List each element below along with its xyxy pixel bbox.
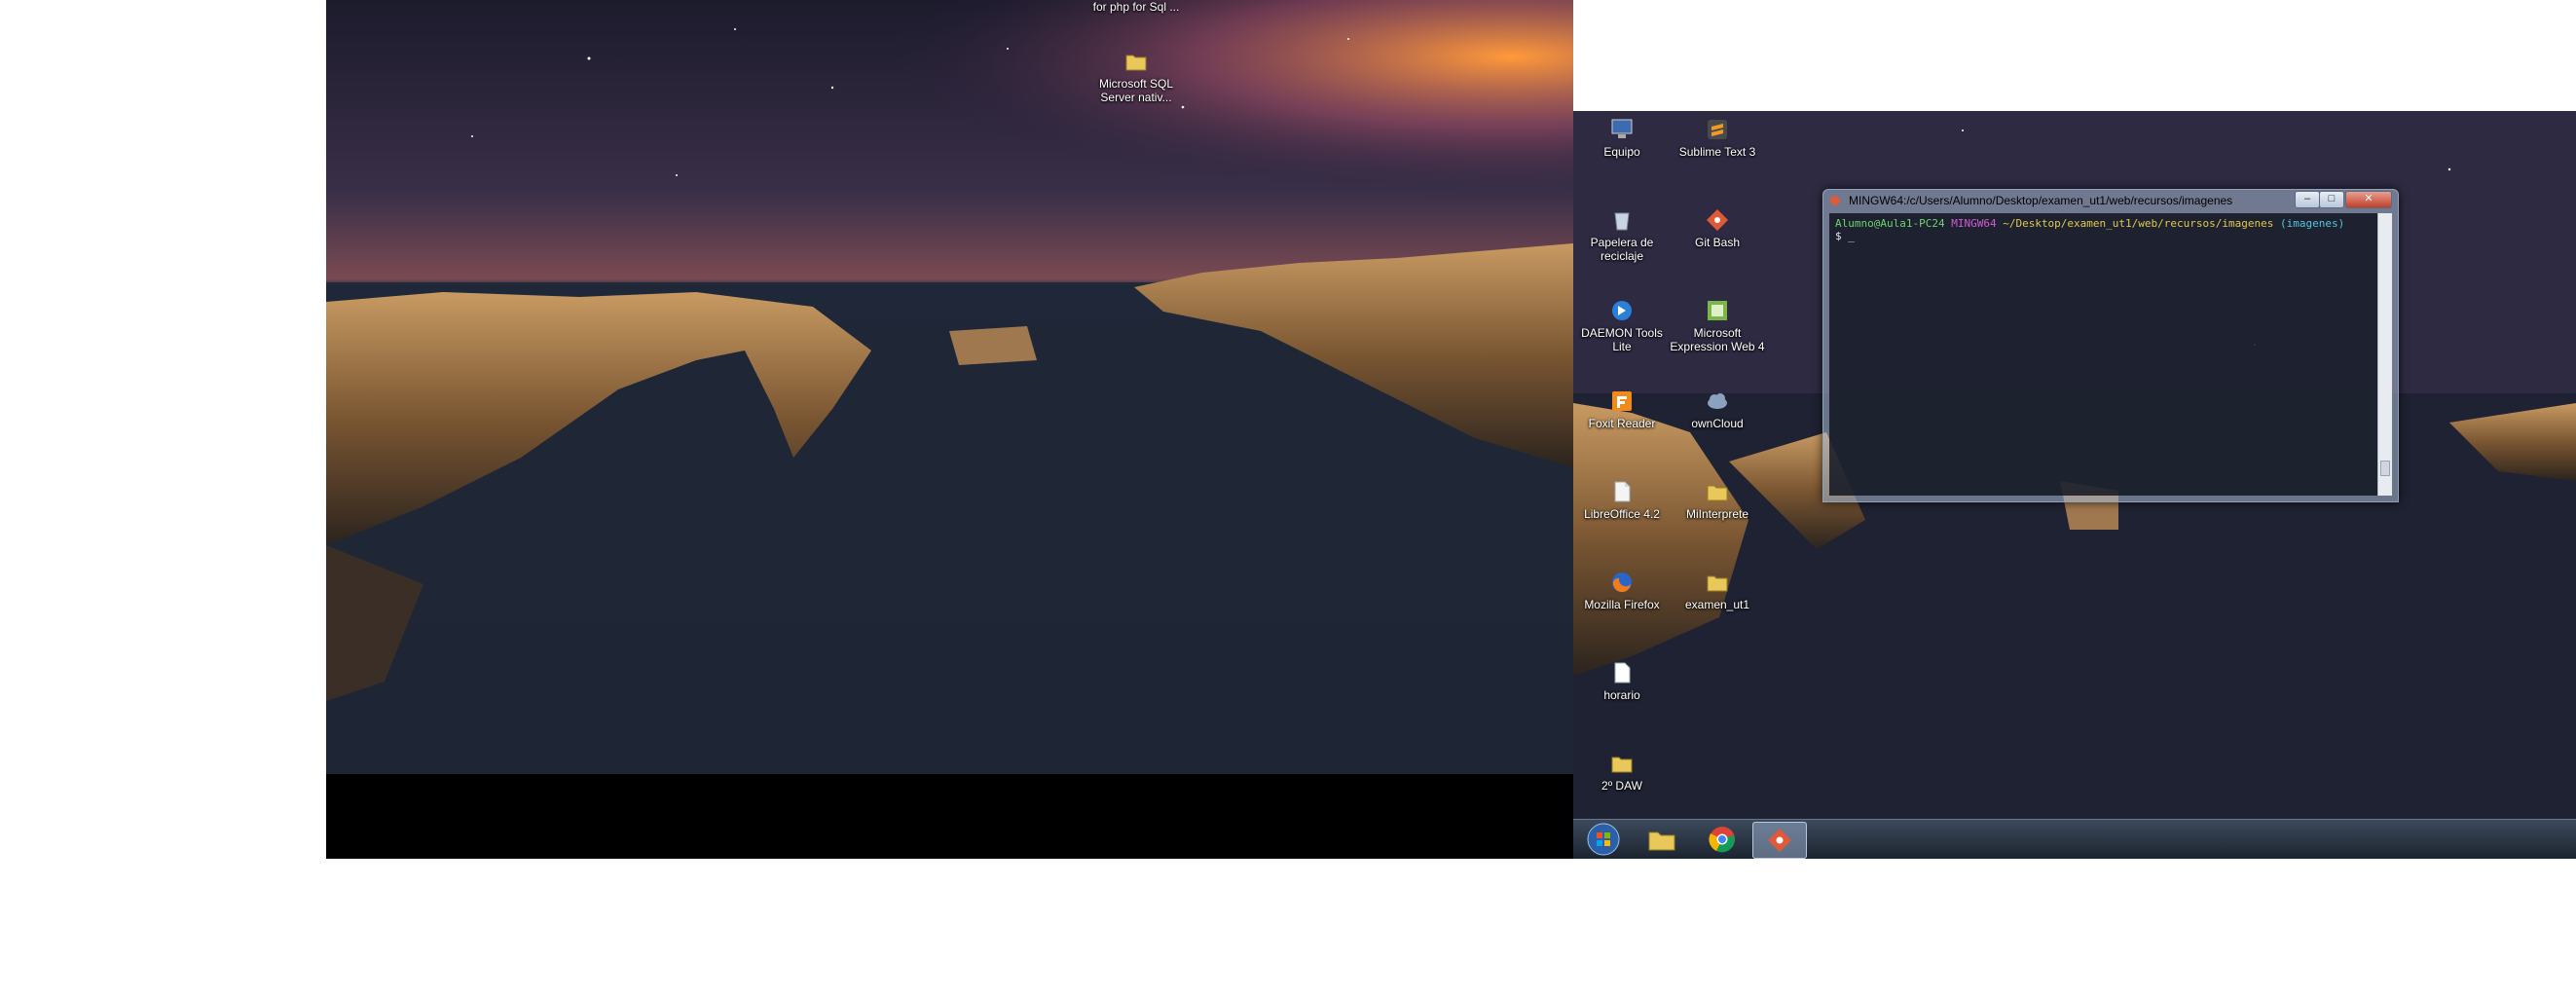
prompt-line-header: Alumno@Aula1-PC24 MINGW64 ~/Desktop/exam… [1835,217,2386,230]
git-bash-taskbar-button[interactable] [1752,822,1807,859]
folder-icon [1125,55,1147,71]
desktop-icon-label: Git Bash [1694,236,1741,249]
desktop-icon-recycle-bin[interactable]: Papelera de reciclaje [1573,207,1671,263]
desktop-icon-owncloud[interactable]: ownCloud [1669,388,1766,430]
git-bash-icon [1768,829,1791,852]
folder-icon [1611,757,1633,773]
git-bash-icon [1707,209,1728,231]
owncloud-icon [1708,393,1727,409]
desktop-icon[interactable]: Microsoft SQL Server nativ... [1087,49,1185,104]
firefox-icon [1612,572,1632,593]
desktop-icon-label: Microsoft SQL Server nativ... [1098,77,1174,104]
prompt-path: ~/Desktop/examen_ut1/web/recursos/imagen… [2003,217,2274,230]
desktop-icon-2-daw[interactable]: 2º DAW [1573,751,1671,793]
desktop-icon-git-bash[interactable]: Git Bash [1669,207,1766,249]
desktop-icon-label: examen_ut1 [1684,598,1750,611]
terminal-scrollbar[interactable] [2377,213,2392,496]
desktop-icon-label: Mozilla Firefox [1584,598,1660,611]
desktop-icon-daemon[interactable]: DAEMON Tools Lite [1573,298,1671,353]
computer-icon [1611,119,1633,138]
desktop-icon-label: LibreOffice 4.2 [1584,507,1660,521]
terminal-title: MINGW64:/c/Users/Alumno/Desktop/examen_u… [1849,194,2233,207]
sublime-text-icon [1708,120,1727,139]
chrome-button[interactable] [1696,822,1748,857]
desktop-icon-label: Papelera de reciclaje [1590,236,1654,263]
desktop-icon-label: Foxit Reader [1588,417,1656,430]
desktop-icon-sublime[interactable]: Sublime Text 3 [1669,117,1766,159]
desktop-icon-label: horario [1603,688,1640,702]
left-monitor: for php for Sql ... Microsoft SQL Server… [326,0,1573,859]
desktop-icon-firefox[interactable]: Mozilla Firefox [1573,570,1671,611]
prompt-system: MINGW64 [1951,217,1997,230]
desktop-icon-libreoffice[interactable]: LibreOffice 4.2 [1573,479,1671,521]
right-monitor: Equipo Sublime Text 3 Papelera de recicl… [1573,111,2576,859]
desktop-icon-label: ownCloud [1691,417,1744,430]
desktop-icon-label: DAEMON Tools Lite [1581,326,1663,353]
desktop-icon-miinterprete[interactable]: MiInterprete [1669,479,1766,521]
close-button[interactable]: ✕ [2345,191,2392,208]
desktop-icon-equipo[interactable]: Equipo [1573,117,1671,159]
libreoffice-icon [1614,481,1631,502]
expression-web-icon [1708,301,1727,320]
start-button[interactable] [1577,822,1630,857]
desktop-icon-label: Microsoft Expression Web 4 [1670,326,1765,353]
daemon-tools-icon [1612,301,1632,320]
desktop-icon-label: MiInterprete [1685,507,1749,521]
desktop-icon-label: Sublime Text 3 [1678,145,1756,159]
desktop-icon-label: Equipo [1603,145,1640,159]
git-bash-terminal-window[interactable]: MINGW64:/c/Users/Alumno/Desktop/examen_u… [1822,189,2399,502]
terminal-title-bar[interactable]: MINGW64:/c/Users/Alumno/Desktop/examen_u… [1823,190,2398,211]
desktop-icon-examen-ut1[interactable]: examen_ut1 [1669,570,1766,611]
foxit-reader-icon [1612,391,1632,411]
recycle-bin-icon [1614,212,1630,231]
prompt-branch: (imagenes) [2279,217,2345,230]
desktop-icon-label: 2º DAW [1601,779,1642,793]
maximize-button[interactable]: □ [2319,191,2344,208]
prompt-user: Alumno@Aula1-PC24 [1835,217,1945,230]
folder-icon [1648,831,1675,851]
desktop-icon-label: for php for Sql ... [1092,0,1180,14]
terminal-output[interactable]: Alumno@Aula1-PC24 MINGW64 ~/Desktop/exam… [1829,213,2392,496]
scrollbar-thumb[interactable] [2380,461,2390,476]
folder-icon [1707,485,1728,501]
windows-logo-icon [1587,823,1620,856]
desktop-icon-horario[interactable]: horario [1573,660,1671,702]
folder-icon [1707,575,1728,592]
chrome-icon [1709,827,1735,853]
desktop-wallpaper [326,0,1573,774]
git-bash-icon [1829,195,1841,206]
prompt-input-line[interactable]: $ _ [1835,230,2386,242]
desktop-icon-expression-web[interactable]: Microsoft Expression Web 4 [1669,298,1766,353]
minimize-button[interactable]: – [2295,191,2320,208]
taskbar [1573,819,2576,859]
desktop-icon-foxit[interactable]: Foxit Reader [1573,388,1671,430]
desktop-icon[interactable]: for php for Sql ... [1087,0,1185,14]
document-icon [1614,662,1631,683]
explorer-button[interactable] [1636,822,1688,857]
